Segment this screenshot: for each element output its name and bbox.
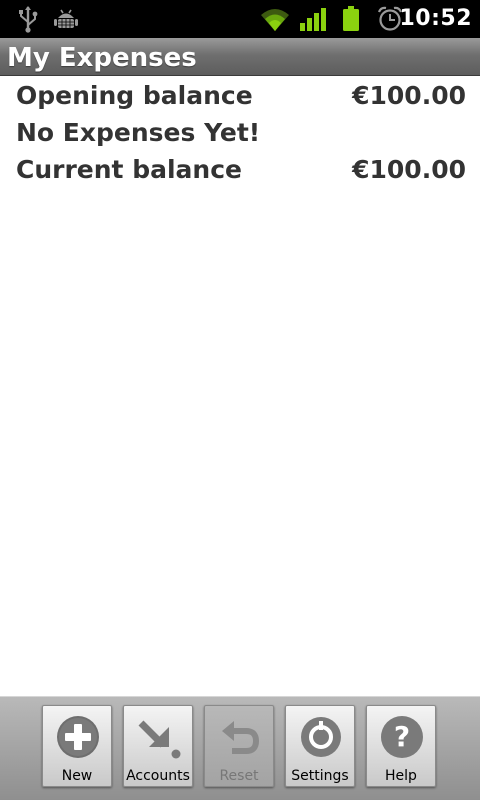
wifi-icon [258, 0, 292, 38]
gear-icon [299, 715, 343, 759]
new-button[interactable]: New [42, 705, 112, 787]
svg-text:?: ? [394, 720, 410, 753]
accounts-button-label: Accounts [126, 768, 190, 784]
status-bar: 10:52 [0, 0, 480, 38]
help-button[interactable]: ? Help [366, 705, 436, 787]
help-icon: ? [380, 715, 424, 759]
current-balance-row: Current balance €100.00 [16, 151, 466, 187]
accounts-arrow-icon [137, 715, 181, 759]
help-button-label: Help [385, 768, 417, 784]
empty-expenses-message: No Expenses Yet! [16, 117, 261, 147]
opening-balance-row: Opening balance €100.00 [16, 77, 466, 113]
battery-icon [338, 0, 364, 38]
settings-button[interactable]: Settings [285, 705, 355, 787]
current-balance-value: €100.00 [352, 154, 466, 184]
opening-balance-label: Opening balance [16, 80, 253, 110]
signal-icon [298, 0, 328, 38]
settings-button-label: Settings [291, 768, 349, 784]
usb-icon [14, 0, 42, 38]
status-time: 10:52 [399, 6, 472, 31]
opening-balance-value: €100.00 [352, 80, 466, 110]
reset-button[interactable]: Reset [204, 705, 274, 787]
plus-icon [56, 715, 100, 759]
android-debug-icon [52, 0, 80, 38]
empty-expenses-row: No Expenses Yet! [16, 114, 466, 150]
accounts-button[interactable]: Accounts [123, 705, 193, 787]
undo-icon [218, 715, 262, 759]
options-menu: New Accounts Reset Settings ? Help [0, 696, 480, 800]
reset-button-label: Reset [219, 768, 259, 784]
current-balance-label: Current balance [16, 154, 242, 184]
title-bar: My Expenses [0, 38, 480, 76]
page-title: My Expenses [7, 43, 197, 73]
new-button-label: New [61, 768, 93, 784]
